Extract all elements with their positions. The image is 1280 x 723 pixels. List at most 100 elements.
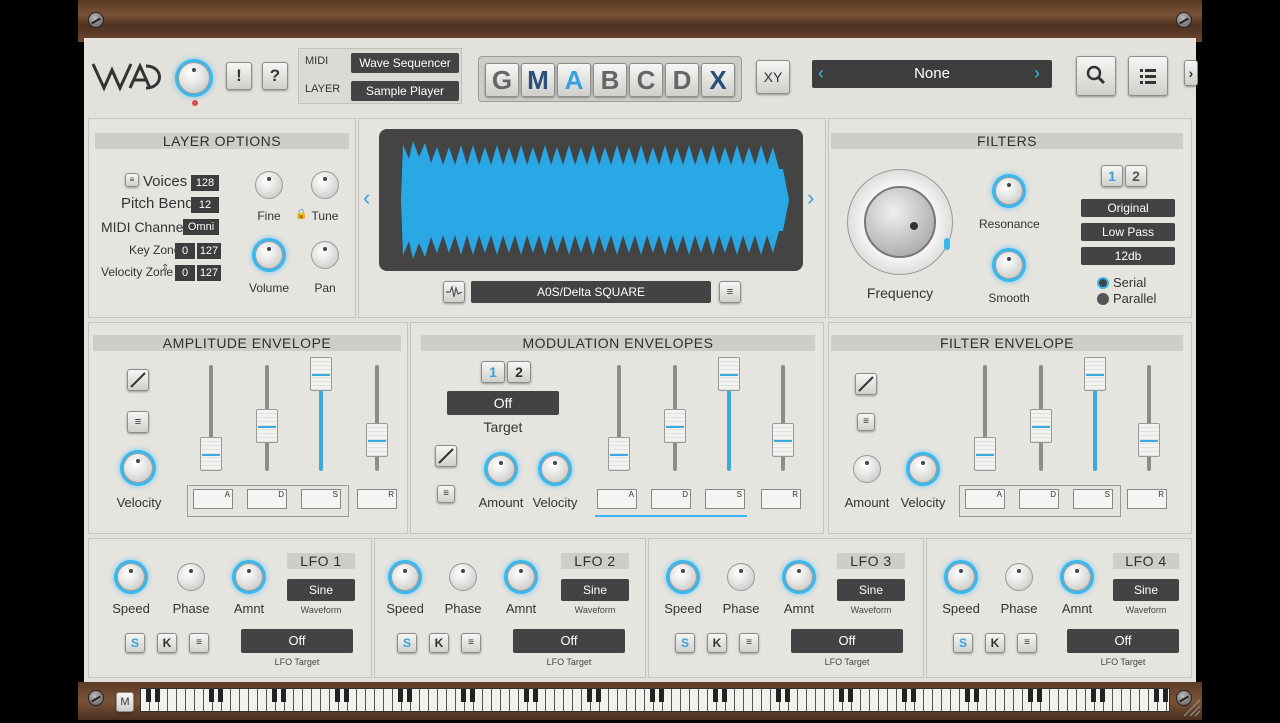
filt-attack-shape[interactable]: A bbox=[965, 489, 1005, 509]
filt-decay-shape[interactable]: D bbox=[1019, 489, 1059, 509]
frequency-knob[interactable] bbox=[847, 169, 953, 275]
lfo-2-amnt-knob[interactable] bbox=[507, 563, 535, 591]
filter-tab-1[interactable]: 1 bbox=[1101, 165, 1123, 187]
lfo-2-waveform[interactable]: Sine bbox=[561, 579, 629, 601]
piano-keyboard[interactable] bbox=[140, 688, 1170, 712]
mod-release-slider[interactable] bbox=[772, 423, 794, 457]
amp-attack-shape[interactable]: A bbox=[193, 489, 233, 509]
amp-menu-icon[interactable]: ≡ bbox=[127, 411, 149, 433]
lfo-1-waveform[interactable]: Sine bbox=[287, 579, 355, 601]
tab-x[interactable]: X bbox=[701, 63, 735, 97]
keyboard-mode-button[interactable]: M bbox=[116, 692, 134, 712]
lfo-4-waveform[interactable]: Sine bbox=[1113, 579, 1179, 601]
mod-attack-slider[interactable] bbox=[608, 437, 630, 471]
mod-curve-icon[interactable] bbox=[435, 445, 457, 467]
lfo-1-sync-button[interactable]: S bbox=[125, 633, 145, 653]
pitchbend-value[interactable]: 12 bbox=[191, 197, 219, 213]
wave-next-icon[interactable]: › bbox=[807, 185, 814, 211]
amp-release-slider[interactable] bbox=[366, 423, 388, 457]
preset-prev-icon[interactable]: ‹ bbox=[818, 63, 824, 84]
mod-decay-slider[interactable] bbox=[664, 409, 686, 443]
amp-curve-icon[interactable] bbox=[127, 369, 149, 391]
mod-attack-shape[interactable]: A bbox=[597, 489, 637, 509]
amp-velocity-knob[interactable] bbox=[123, 453, 153, 483]
voices-value[interactable]: 128 bbox=[191, 175, 219, 191]
lfo-2-key-button[interactable]: K bbox=[429, 633, 449, 653]
fine-knob[interactable] bbox=[255, 171, 283, 199]
lfo-4-key-button[interactable]: K bbox=[985, 633, 1005, 653]
mod-sustain-shape[interactable]: S bbox=[705, 489, 745, 509]
lfo-3-amnt-knob[interactable] bbox=[785, 563, 813, 591]
mod-amount-knob[interactable] bbox=[487, 455, 515, 483]
parallel-radio[interactable] bbox=[1097, 293, 1109, 305]
preset-next-icon[interactable]: › bbox=[1034, 63, 1040, 84]
amp-sustain-shape[interactable]: S bbox=[301, 489, 341, 509]
filt-velocity-knob[interactable] bbox=[909, 455, 937, 483]
pan-knob[interactable] bbox=[311, 241, 339, 269]
mod-tab-1[interactable]: 1 bbox=[481, 361, 505, 383]
filt-sustain-shape[interactable]: S bbox=[1073, 489, 1113, 509]
lfo-4-target[interactable]: Off bbox=[1067, 629, 1179, 653]
filter-mode[interactable]: Original bbox=[1081, 199, 1175, 217]
filt-release-shape[interactable]: R bbox=[1127, 489, 1167, 509]
lfo-3-phase-knob[interactable] bbox=[727, 563, 755, 591]
midi-selector[interactable]: Wave Sequencer bbox=[351, 53, 459, 73]
filter-slope[interactable]: 12db bbox=[1081, 247, 1175, 265]
keyzone-high[interactable]: 127 bbox=[197, 243, 221, 259]
xy-button[interactable]: XY bbox=[756, 60, 790, 94]
info-button[interactable]: ! bbox=[226, 62, 252, 90]
lfo-3-speed-knob[interactable] bbox=[669, 563, 697, 591]
keyzone-low[interactable]: 0 bbox=[175, 243, 195, 259]
lfo-1-speed-knob[interactable] bbox=[117, 563, 145, 591]
lfo-4-speed-knob[interactable] bbox=[947, 563, 975, 591]
lfo-1-amnt-knob[interactable] bbox=[235, 563, 263, 591]
lfo-4-phase-knob[interactable] bbox=[1005, 563, 1033, 591]
filt-menu-icon[interactable]: ≡ bbox=[857, 413, 875, 431]
help-button[interactable]: ? bbox=[262, 62, 288, 90]
mod-target-selector[interactable]: Off bbox=[447, 391, 559, 415]
waveform-display[interactable] bbox=[379, 129, 803, 271]
voices-menu-icon[interactable]: ≡ bbox=[125, 173, 139, 187]
lfo-1-key-button[interactable]: K bbox=[157, 633, 177, 653]
lfo-2-speed-knob[interactable] bbox=[391, 563, 419, 591]
lfo-4-amnt-knob[interactable] bbox=[1063, 563, 1091, 591]
expand-arrow-icon[interactable]: › bbox=[1184, 60, 1198, 86]
filter-tab-2[interactable]: 2 bbox=[1125, 165, 1147, 187]
serial-radio[interactable] bbox=[1097, 277, 1109, 289]
search-button[interactable] bbox=[1076, 56, 1116, 96]
lfo-1-phase-knob[interactable] bbox=[177, 563, 205, 591]
master-knob[interactable] bbox=[178, 62, 210, 94]
tune-knob[interactable] bbox=[311, 171, 339, 199]
lfo-2-sync-button[interactable]: S bbox=[397, 633, 417, 653]
midichannel-value[interactable]: Omni bbox=[183, 219, 219, 235]
wave-prev-icon[interactable]: ‹ bbox=[363, 185, 370, 211]
lfo-1-menu-icon[interactable]: ≡ bbox=[189, 633, 209, 653]
smooth-knob[interactable] bbox=[995, 251, 1023, 279]
amp-sustain-slider[interactable] bbox=[310, 357, 332, 391]
lfo-2-target[interactable]: Off bbox=[513, 629, 625, 653]
mod-velocity-knob[interactable] bbox=[541, 455, 569, 483]
lfo-3-menu-icon[interactable]: ≡ bbox=[739, 633, 759, 653]
filter-type[interactable]: Low Pass bbox=[1081, 223, 1175, 241]
resize-grip-icon[interactable] bbox=[1180, 696, 1202, 718]
velzone-low[interactable]: 0 bbox=[175, 265, 195, 281]
wave-edit-button[interactable] bbox=[443, 281, 465, 303]
wave-menu-icon[interactable]: ≡ bbox=[719, 281, 741, 303]
mod-release-shape[interactable]: R bbox=[761, 489, 801, 509]
resonance-knob[interactable] bbox=[995, 177, 1023, 205]
lfo-2-menu-icon[interactable]: ≡ bbox=[461, 633, 481, 653]
preset-name[interactable]: None bbox=[842, 65, 1022, 82]
velzone-high[interactable]: 127 bbox=[197, 265, 221, 281]
tab-a[interactable]: A bbox=[557, 63, 591, 97]
filt-attack-slider[interactable] bbox=[974, 437, 996, 471]
lfo-3-target[interactable]: Off bbox=[791, 629, 903, 653]
amp-attack-slider[interactable] bbox=[200, 437, 222, 471]
menu-button[interactable] bbox=[1128, 56, 1168, 96]
amp-release-shape[interactable]: R bbox=[357, 489, 397, 509]
lfo-4-menu-icon[interactable]: ≡ bbox=[1017, 633, 1037, 653]
filt-sustain-slider[interactable] bbox=[1084, 357, 1106, 391]
layer-selector[interactable]: Sample Player bbox=[351, 81, 459, 101]
lock-icon[interactable]: 🔒 bbox=[295, 209, 307, 220]
lfo-4-sync-button[interactable]: S bbox=[953, 633, 973, 653]
wave-name[interactable]: A0S/Delta SQUARE bbox=[471, 281, 711, 303]
